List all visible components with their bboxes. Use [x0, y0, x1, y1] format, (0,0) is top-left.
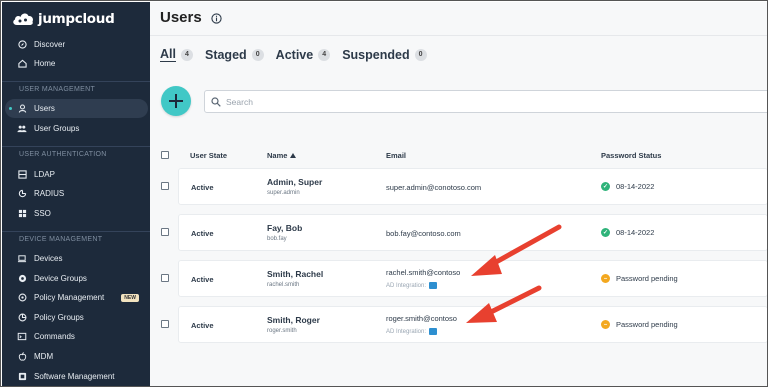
annotation-arrow-rachel — [471, 224, 562, 276]
annotation-arrows — [466, 224, 562, 323]
annotation-arrow-roger — [466, 285, 542, 323]
app-window: jumpcloud Discover Home USER MANAGEMENT … — [0, 0, 768, 387]
